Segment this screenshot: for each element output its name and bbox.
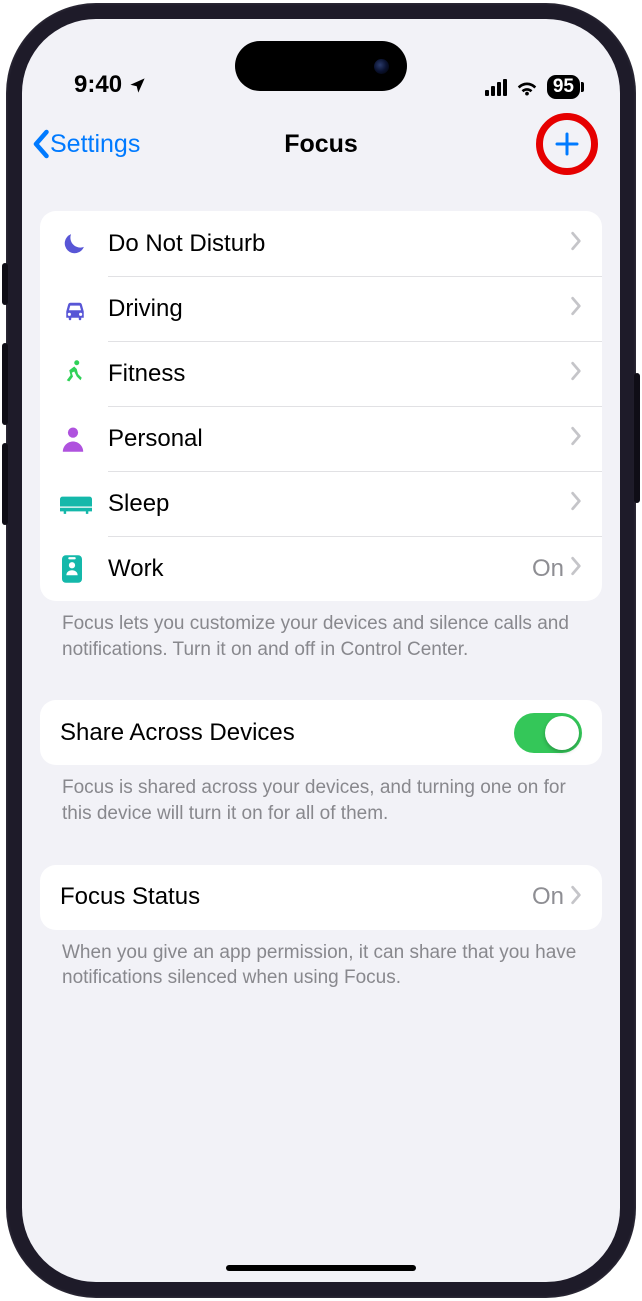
- phone-frame: 9:40 95 Settings Focus: [6, 3, 636, 1298]
- focus-mode-do-not-disturb[interactable]: Do Not Disturb: [40, 211, 602, 276]
- person-icon: [60, 425, 100, 453]
- car-icon: [60, 296, 100, 322]
- cellular-icon: [485, 79, 507, 96]
- side-button: [634, 373, 640, 503]
- focus-mode-driving[interactable]: Driving: [40, 276, 602, 341]
- share-across-devices-row[interactable]: Share Across Devices: [40, 700, 602, 765]
- side-button: [2, 443, 8, 525]
- focus-mode-fitness[interactable]: Fitness: [40, 341, 602, 406]
- highlight-circle: [536, 113, 598, 175]
- focus-modes-list: Do Not Disturb Driving Fitness Personal Slee…: [40, 211, 602, 601]
- focus-status-label: Focus Status: [60, 883, 532, 911]
- focus-mode-label: Personal: [100, 425, 570, 453]
- location-icon: [128, 76, 147, 95]
- dynamic-island: [235, 41, 407, 91]
- focus-mode-value: On: [532, 555, 570, 583]
- share-section: Share Across Devices: [40, 700, 602, 765]
- chevron-right-icon: [570, 426, 582, 451]
- chevron-right-icon: [570, 885, 582, 910]
- focus-mode-work[interactable]: WorkOn: [40, 536, 602, 601]
- share-toggle[interactable]: [514, 713, 582, 753]
- back-label: Settings: [50, 130, 140, 159]
- footer-text: When you give an app permission, it can …: [40, 930, 602, 991]
- focus-mode-sleep[interactable]: Sleep: [40, 471, 602, 536]
- focus-status-value: On: [532, 883, 570, 911]
- chevron-right-icon: [570, 556, 582, 581]
- focus-mode-label: Fitness: [100, 360, 570, 388]
- side-button: [2, 343, 8, 425]
- focus-status-row[interactable]: Focus Status On: [40, 865, 602, 930]
- home-indicator[interactable]: [226, 1265, 416, 1271]
- focus-mode-label: Work: [100, 555, 532, 583]
- page-title: Focus: [284, 130, 358, 159]
- chevron-right-icon: [570, 231, 582, 256]
- focus-mode-label: Sleep: [100, 490, 570, 518]
- runner-icon: [60, 359, 100, 389]
- focus-status-section: Focus Status On: [40, 865, 602, 930]
- moon-icon: [60, 230, 100, 258]
- footer-text: Focus lets you customize your devices an…: [40, 601, 602, 662]
- badge-icon: [60, 554, 100, 584]
- share-label: Share Across Devices: [60, 719, 514, 747]
- add-button[interactable]: [538, 115, 596, 173]
- chevron-right-icon: [570, 491, 582, 516]
- status-time: 9:40: [74, 71, 122, 99]
- focus-mode-label: Driving: [100, 295, 570, 323]
- chevron-right-icon: [570, 296, 582, 321]
- back-button[interactable]: Settings: [32, 129, 140, 159]
- focus-mode-label: Do Not Disturb: [100, 230, 570, 258]
- chevron-right-icon: [570, 361, 582, 386]
- screen: 9:40 95 Settings Focus: [22, 19, 620, 1282]
- wifi-icon: [515, 78, 539, 96]
- footer-text: Focus is shared across your devices, and…: [40, 765, 602, 826]
- focus-mode-personal[interactable]: Personal: [40, 406, 602, 471]
- battery-indicator: 95: [547, 75, 580, 99]
- bed-icon: [60, 492, 100, 516]
- nav-bar: Settings Focus: [22, 111, 620, 177]
- side-button: [2, 263, 8, 305]
